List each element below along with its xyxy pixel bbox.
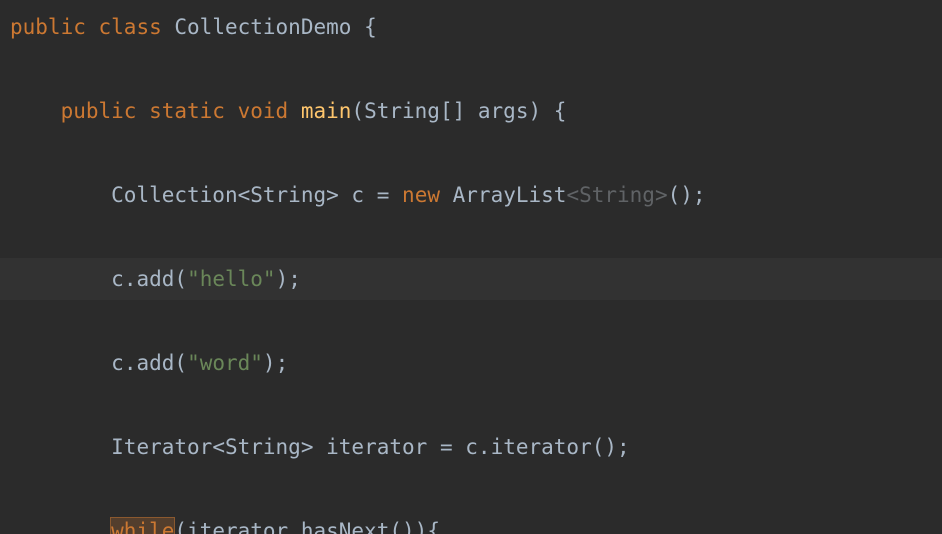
keyword-new: new [402,183,440,207]
method-name: main [301,99,352,123]
keyword-while-highlighted: while [111,518,174,534]
code-line[interactable]: public class CollectionDemo { [0,6,942,48]
string-literal: "word" [187,351,263,375]
code-line-highlighted[interactable]: c.add("hello"); [0,258,942,300]
brace-open: { [364,15,377,39]
brace-open: { [427,519,440,534]
keyword-public: public [61,99,137,123]
code-line[interactable]: Iterator<String> iterator = c.iterator()… [0,426,942,468]
paren-open: ( [351,99,364,123]
code-line[interactable]: c.add("word"); [0,342,942,384]
string-literal: "hello" [187,267,276,291]
paren-close: ) [528,99,541,123]
code-line[interactable]: Collection<String> c = new ArrayList<Str… [0,174,942,216]
keyword-static: static [149,99,225,123]
redundant-type: String [579,183,655,207]
brace-open: { [554,99,567,123]
code-line[interactable]: public static void main(String[] args) { [0,90,942,132]
keyword-class: class [99,15,162,39]
class-name: CollectionDemo [174,15,351,39]
keyword-public: public [10,15,86,39]
code-line[interactable]: while(iterator.hasNext()){ [0,510,942,534]
keyword-void: void [238,99,289,123]
code-editor[interactable]: public class CollectionDemo { public sta… [0,0,942,534]
